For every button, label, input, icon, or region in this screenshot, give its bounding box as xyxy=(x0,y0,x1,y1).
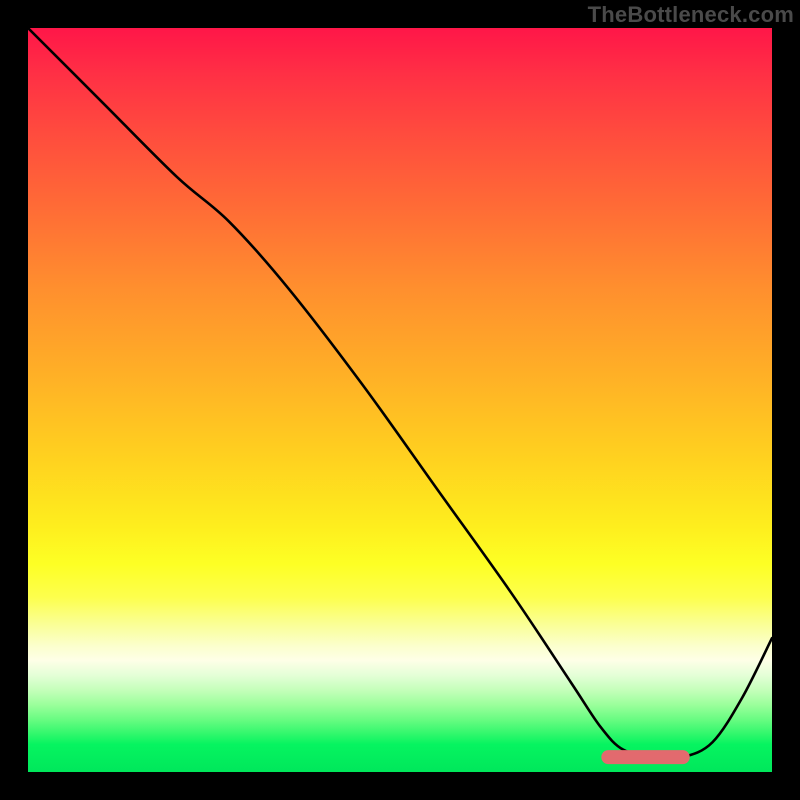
curve-layer xyxy=(28,28,772,772)
watermark-text: TheBottleneck.com xyxy=(588,2,794,28)
chart-container: TheBottleneck.com xyxy=(0,0,800,800)
x-axis xyxy=(0,772,800,800)
plot-area xyxy=(28,28,772,772)
bottleneck-curve xyxy=(28,28,772,759)
y-axis xyxy=(0,0,28,800)
